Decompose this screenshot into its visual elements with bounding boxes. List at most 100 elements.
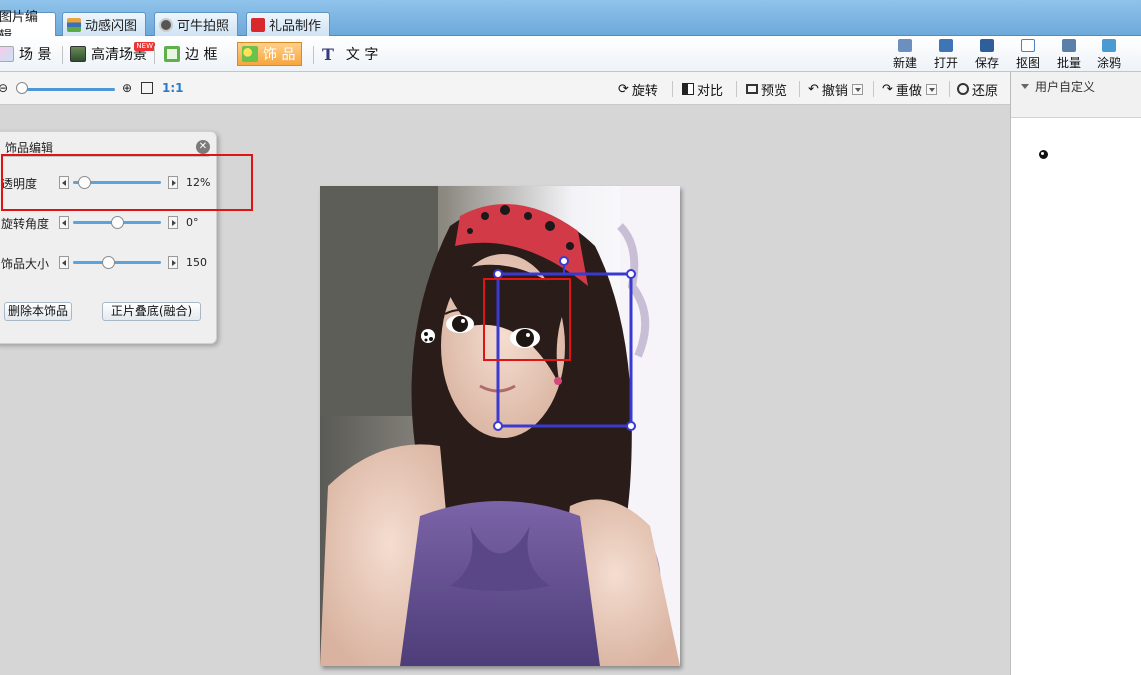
rotate-button[interactable]: ⟳ 旋转 [618,80,658,99]
divider [949,81,950,97]
mode-accessory[interactable]: 饰 品 [237,42,303,66]
action-label: 旋转 [631,83,658,99]
mode-scene[interactable]: 场 景 [0,42,57,66]
rotation-slider-knob[interactable] [111,216,124,229]
tab-animated-gif[interactable]: 动感闪图 [62,12,146,36]
mode-text[interactable]: T 文 字 [318,42,384,66]
tab-label: 动感闪图 [85,19,138,34]
rotate-icon: ⟳ [618,81,629,97]
size-slider-track[interactable] [73,261,161,264]
divider [799,81,800,97]
redo-icon: ↷ [882,81,893,97]
divider [736,81,737,97]
restore-button[interactable]: 还原 [957,80,999,99]
hd-scene-icon [70,46,86,62]
more-button[interactable] [1131,39,1141,71]
fit-screen-icon[interactable] [141,82,153,94]
tab-label: 礼品制作 [269,19,322,34]
zoom-slider-track[interactable] [20,88,115,91]
tab-image-edit[interactable]: 图片编辑 [0,10,56,44]
new-file-icon [898,39,912,52]
accessory-icon [242,46,258,62]
custom-category-toggle[interactable]: 用户自定义 [1021,78,1095,95]
mode-toolbar: 场 景 高清场景 NEW 边 框 饰 品 T 文 字 新建 打开 保存 抠图 批… [0,36,1141,72]
undo-button[interactable]: ↶ 撤销 [808,80,863,99]
new-button[interactable]: 新建 [887,39,923,71]
divider [313,46,314,64]
size-slider-knob[interactable] [102,256,116,269]
zoom-slider-knob[interactable] [16,82,28,94]
preview-button[interactable]: 预览 [746,80,787,99]
mode-label-wrap: 高清场景 NEW [91,42,155,64]
mode-frame[interactable]: 边 框 [160,42,223,66]
button-label: 批量 [1056,56,1081,70]
folder-icon [939,39,953,52]
rotate-handle[interactable] [559,256,569,266]
redo-dropdown[interactable] [925,83,937,95]
resize-handle[interactable] [626,421,636,431]
mode-label: 场 景 [19,47,52,63]
size-value: 150 [186,256,207,269]
cutout-icon [1021,39,1035,52]
accessory-library-panel: 用户自定义 [1010,72,1141,675]
size-label: 饰品大小 [1,257,50,271]
save-button[interactable]: 保存 [969,39,1005,71]
text-icon: T [322,44,334,64]
collapse-arrow-icon [1021,84,1029,89]
zoom-out-icon[interactable]: ⊖ [0,81,10,95]
accessory-thumbnail[interactable] [1039,150,1048,159]
close-icon[interactable]: ✕ [196,140,210,154]
rotation-label: 旋转角度 [1,217,50,231]
floppy-icon [980,39,994,52]
rotation-value: 0° [186,216,199,229]
size-row: 饰品大小 150 [1,253,211,273]
mode-label: 文 字 [345,47,379,63]
accessory-selection-box[interactable] [320,186,680,666]
webcam-icon [159,17,173,32]
contrast-icon [682,83,694,95]
resize-handle[interactable] [493,269,503,279]
tab-camera[interactable]: 可牛拍照 [154,12,238,36]
photo [320,186,680,666]
button-label: 抠图 [1015,56,1040,70]
opacity-highlight-box [1,154,253,211]
open-button[interactable]: 打开 [928,39,964,71]
contrast-button[interactable]: 对比 [682,80,723,99]
zoom-action-bar: ⊖ ⊕ 1:1 ⟳ 旋转 对比 预览 ↶ 撤销 ↷ 重做 还原 [0,72,1010,105]
tab-gift-making[interactable]: 礼品制作 [246,12,330,36]
button-label: 涂鸦 [1096,56,1121,70]
resize-handle[interactable] [626,269,636,279]
undo-dropdown[interactable] [851,83,863,95]
action-label: 还原 [972,83,999,99]
new-badge: NEW [134,42,155,51]
decrease-arrow-icon[interactable] [59,256,69,269]
button-label: 新建 [892,56,917,70]
mode-label: 边 框 [185,47,218,63]
brush-icon [1102,39,1116,52]
mode-hd-scene[interactable]: 高清场景 NEW [66,42,155,66]
scene-icon [0,46,14,62]
restore-icon [957,83,969,95]
preview-icon [746,84,758,94]
resize-handle[interactable] [493,421,503,431]
mode-label: 饰 品 [263,47,296,63]
delete-accessory-button[interactable]: 删除本饰品 [4,302,72,321]
zoom-in-icon[interactable]: ⊕ [120,81,134,95]
undo-icon: ↶ [808,81,819,97]
divider [873,81,874,97]
increase-arrow-icon[interactable] [168,256,178,269]
eye-highlight-box [483,278,571,361]
actual-size-button[interactable]: 1:1 [162,81,184,95]
multiply-blend-button[interactable]: 正片叠底(融合) [102,302,201,321]
divider [154,46,155,64]
category-label: 用户自定义 [1035,80,1096,94]
cutout-button[interactable]: 抠图 [1010,39,1046,71]
increase-arrow-icon[interactable] [168,216,178,229]
divider [672,81,673,97]
redo-button[interactable]: ↷ 重做 [882,80,937,99]
doodle-button[interactable]: 涂鸦 [1091,39,1127,71]
decrease-arrow-icon[interactable] [59,216,69,229]
batch-button[interactable]: 批量 [1051,39,1087,71]
button-label: 保存 [974,56,999,70]
gears-icon [1062,39,1076,52]
